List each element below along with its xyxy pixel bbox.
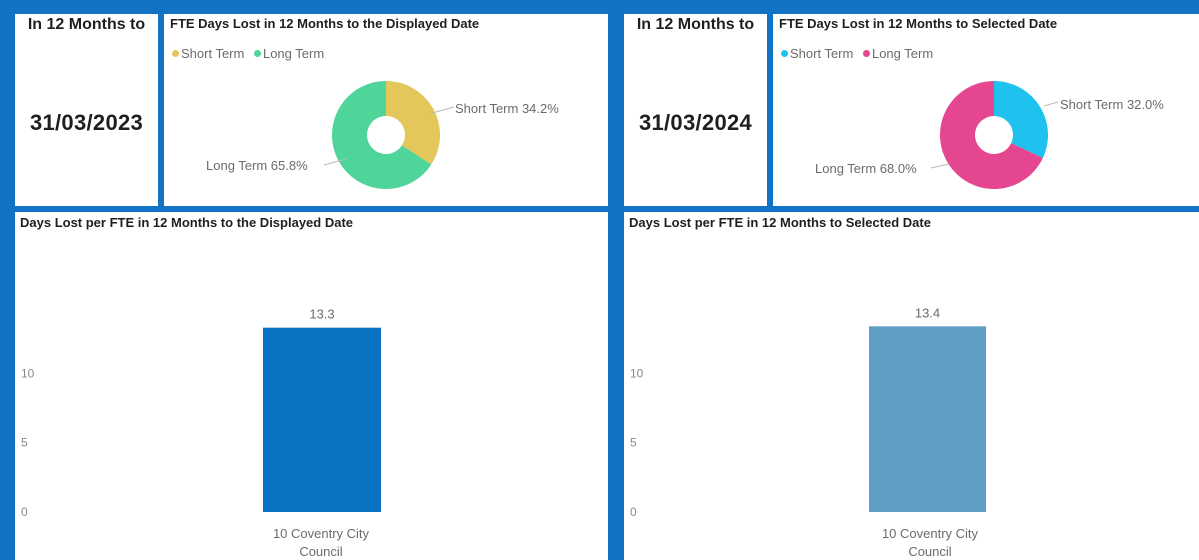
data-label-long-term: Long Term 65.8% [206,158,308,173]
date-card-value: 31/03/2023 [29,110,144,135]
data-label-short-term: Short Term 34.2% [455,101,559,116]
bar[interactable] [263,327,381,512]
x-tick-label: 10 Coventry City [273,526,370,541]
data-label-short-term: Short Term 32.0% [1060,97,1164,112]
y-tick-label: 10 [630,366,644,380]
x-tick-label: Council [299,544,342,559]
date-card-title: In 12 Months to [27,16,146,33]
donut-chart[interactable]: Short Term 34.2% Long Term 65.8% [164,14,608,206]
bar-value-label: 13.4 [915,305,940,320]
x-tick-label: 10 Coventry City [882,526,979,541]
date-card-right: In 12 Months to 31/03/2024 [624,14,767,206]
date-card-title: In 12 Months to [636,16,755,33]
bar[interactable] [869,326,986,512]
leader-line-short [431,106,455,114]
data-label-long-term: Long Term 68.0% [815,161,917,176]
leader-line-short [1043,101,1059,107]
leader-line-long [930,163,950,169]
donut-panel-right: FTE Days Lost in 12 Months to Selected D… [773,14,1199,206]
bar-value-label: 13.3 [309,307,334,322]
donut-slice-short-term[interactable] [386,81,440,165]
y-tick-label: 10 [21,366,35,380]
date-card-value: 31/03/2024 [638,110,753,135]
y-tick-label: 5 [21,436,28,450]
donut-slice-short-term[interactable] [994,81,1048,158]
bar-chart[interactable]: 0 5 10 13.4 10 Coventry City Council [624,212,1199,560]
y-tick-label: 5 [630,436,637,450]
donut-chart[interactable]: Short Term 32.0% Long Term 68.0% [773,14,1199,206]
bar-panel-right: Days Lost per FTE in 12 Months to Select… [624,212,1199,560]
y-tick-label: 0 [21,505,28,519]
y-tick-label: 0 [630,505,637,519]
bar-chart[interactable]: 0 5 10 13.3 10 Coventry City Council [15,212,608,560]
donut-panel-left: FTE Days Lost in 12 Months to the Displa… [164,14,608,206]
x-tick-label: Council [908,544,951,559]
bar-panel-left: Days Lost per FTE in 12 Months to the Di… [15,212,608,560]
date-card-left: In 12 Months to 31/03/2023 [15,14,158,206]
